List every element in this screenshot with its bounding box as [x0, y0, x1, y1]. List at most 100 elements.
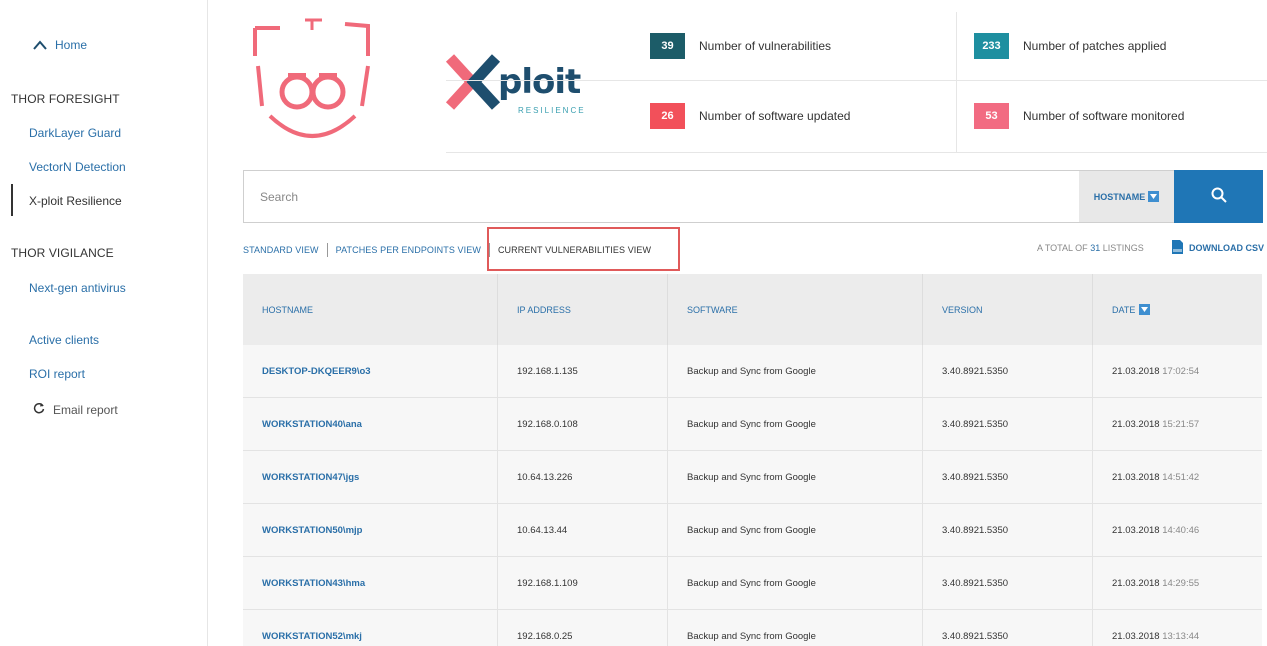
- ip-cell: 10.64.13.226: [498, 451, 668, 503]
- date-value: 21.03.2018: [1112, 418, 1160, 430]
- software-cell: Backup and Sync from Google: [668, 345, 923, 397]
- software-cell: Backup and Sync from Google: [668, 398, 923, 450]
- stat-label: Number of software monitored: [1023, 109, 1185, 123]
- hostname-filter-label: HOSTNAME: [1093, 191, 1146, 202]
- stat-badge: 26: [650, 103, 685, 129]
- stat-software-updated: 26 Number of software updated: [650, 103, 850, 129]
- xploit-shield-logo: [250, 16, 375, 154]
- column-header-version[interactable]: VERSION: [923, 274, 1093, 345]
- search-button[interactable]: [1174, 170, 1263, 223]
- hostname-link[interactable]: WORKSTATION43\hma: [243, 557, 498, 609]
- tab-patches-per-endpoints-view[interactable]: PATCHES PER ENDPOINTS VIEW: [336, 245, 481, 255]
- nav-home[interactable]: Home: [33, 38, 87, 52]
- version-cell: 3.40.8921.5350: [923, 451, 1093, 503]
- column-header-label: IP ADDRESS: [517, 304, 571, 315]
- stat-label: Number of software updated: [699, 109, 851, 123]
- time-value: 14:40:46: [1162, 524, 1200, 536]
- software-cell: Backup and Sync from Google: [668, 557, 923, 609]
- time-value: 15:21:57: [1162, 418, 1200, 430]
- table-row: WORKSTATION47\jgs 10.64.13.226 Backup an…: [243, 451, 1262, 504]
- listing-count: A TOTAL OF 31 LISTINGS: [1037, 243, 1144, 253]
- date-value: 21.03.2018: [1112, 577, 1160, 589]
- table-row: WORKSTATION40\ana 192.168.0.108 Backup a…: [243, 398, 1262, 451]
- active-indicator: [11, 184, 13, 216]
- stat-divider: [446, 80, 1267, 81]
- column-header-software[interactable]: SOFTWARE: [668, 274, 923, 345]
- csv-file-icon: [1172, 240, 1183, 256]
- ip-cell: 10.64.13.44: [498, 504, 668, 556]
- nav-xploit-resilience[interactable]: X-ploit Resilience: [29, 194, 122, 208]
- stat-badge: 39: [650, 33, 685, 59]
- listing-prefix: A TOTAL OF: [1037, 243, 1088, 253]
- version-cell: 3.40.8921.5350: [923, 398, 1093, 450]
- time-value: 14:51:42: [1162, 471, 1200, 483]
- date-cell: 21.03.2018 14:51:42: [1093, 451, 1262, 503]
- search-bar: HOSTNAME: [243, 170, 1263, 223]
- vulnerabilities-table: HOSTNAME IP ADDRESS SOFTWARE VERSION DAT…: [243, 274, 1262, 646]
- table-header: HOSTNAME IP ADDRESS SOFTWARE VERSION DAT…: [243, 274, 1262, 345]
- search-input[interactable]: [260, 171, 1060, 222]
- table-row: WORKSTATION52\mkj 192.168.0.25 Backup an…: [243, 610, 1262, 646]
- download-csv-label: DOWNLOAD CSV: [1189, 243, 1264, 253]
- hostname-link[interactable]: WORKSTATION52\mkj: [243, 610, 498, 646]
- download-csv-link[interactable]: DOWNLOAD CSV: [1172, 240, 1264, 256]
- tab-separator: [326, 243, 328, 257]
- nav-roi-report[interactable]: ROI report: [29, 367, 85, 381]
- software-cell: Backup and Sync from Google: [668, 451, 923, 503]
- hostname-link[interactable]: WORKSTATION50\mjp: [243, 504, 498, 556]
- column-header-ip-address[interactable]: IP ADDRESS: [498, 274, 668, 345]
- highlight-annotation: [487, 227, 680, 271]
- version-cell: 3.40.8921.5350: [923, 610, 1093, 646]
- hostname-filter-dropdown[interactable]: HOSTNAME: [1079, 171, 1174, 222]
- ip-cell: 192.168.1.135: [498, 345, 668, 397]
- version-cell: 3.40.8921.5350: [923, 345, 1093, 397]
- column-header-hostname[interactable]: HOSTNAME: [243, 274, 498, 345]
- stat-vulnerabilities: 39 Number of vulnerabilities: [650, 33, 831, 59]
- stat-label: Number of patches applied: [1023, 39, 1167, 53]
- tab-standard-view[interactable]: STANDARD VIEW: [243, 245, 319, 255]
- email-report-label: Email report: [53, 402, 118, 417]
- hostname-link[interactable]: WORKSTATION47\jgs: [243, 451, 498, 503]
- email-report-link[interactable]: Email report: [33, 402, 118, 417]
- version-cell: 3.40.8921.5350: [923, 504, 1093, 556]
- hostname-link[interactable]: WORKSTATION40\ana: [243, 398, 498, 450]
- section-thor-foresight: THOR FORESIGHT: [11, 92, 120, 106]
- stat-patches-applied: 233 Number of patches applied: [974, 33, 1166, 59]
- stat-badge: 233: [974, 33, 1009, 59]
- table-row: WORKSTATION50\mjp 10.64.13.44 Backup and…: [243, 504, 1262, 557]
- table-row: WORKSTATION43\hma 192.168.1.109 Backup a…: [243, 557, 1262, 610]
- sidebar: Home THOR FORESIGHT DarkLayer Guard Vect…: [0, 0, 208, 646]
- stat-divider: [446, 152, 1267, 153]
- software-cell: Backup and Sync from Google: [668, 610, 923, 646]
- hostname-link[interactable]: DESKTOP-DKQEER9\o3: [243, 345, 498, 397]
- column-header-date[interactable]: DATE: [1093, 274, 1262, 345]
- ip-cell: 192.168.0.108: [498, 398, 668, 450]
- date-cell: 21.03.2018 14:40:46: [1093, 504, 1262, 556]
- nav-active-clients[interactable]: Active clients: [29, 333, 99, 347]
- sort-down-icon: [1139, 304, 1151, 315]
- listing-number: 31: [1090, 243, 1101, 253]
- time-value: 14:29:55: [1162, 577, 1200, 589]
- stat-software-monitored: 53 Number of software monitored: [974, 103, 1184, 129]
- date-value: 21.03.2018: [1112, 524, 1160, 536]
- date-cell: 21.03.2018 17:02:54: [1093, 345, 1262, 397]
- search-icon: [1211, 187, 1227, 206]
- nav-next-gen-antivirus[interactable]: Next-gen antivirus: [29, 281, 126, 295]
- listing-suffix: LISTINGS: [1102, 243, 1144, 253]
- column-header-label: SOFTWARE: [687, 304, 738, 315]
- home-icon: [33, 40, 47, 50]
- date-value: 21.03.2018: [1112, 630, 1160, 642]
- column-header-label: DATE: [1112, 304, 1136, 315]
- date-value: 21.03.2018: [1112, 365, 1160, 377]
- time-value: 13:13:44: [1162, 630, 1200, 642]
- nav-darklayer-guard[interactable]: DarkLayer Guard: [29, 126, 121, 140]
- section-thor-vigilance: THOR VIGILANCE: [11, 246, 114, 260]
- stat-label: Number of vulnerabilities: [699, 39, 832, 53]
- software-cell: Backup and Sync from Google: [668, 504, 923, 556]
- table-row: DESKTOP-DKQEER9\o3 192.168.1.135 Backup …: [243, 345, 1262, 398]
- xploit-subtitle: RESILIENCE: [518, 106, 586, 115]
- date-cell: 21.03.2018 15:21:57: [1093, 398, 1262, 450]
- nav-vectorn-detection[interactable]: VectorN Detection: [29, 160, 126, 174]
- date-value: 21.03.2018: [1112, 471, 1160, 483]
- chevron-down-icon: [1148, 191, 1160, 202]
